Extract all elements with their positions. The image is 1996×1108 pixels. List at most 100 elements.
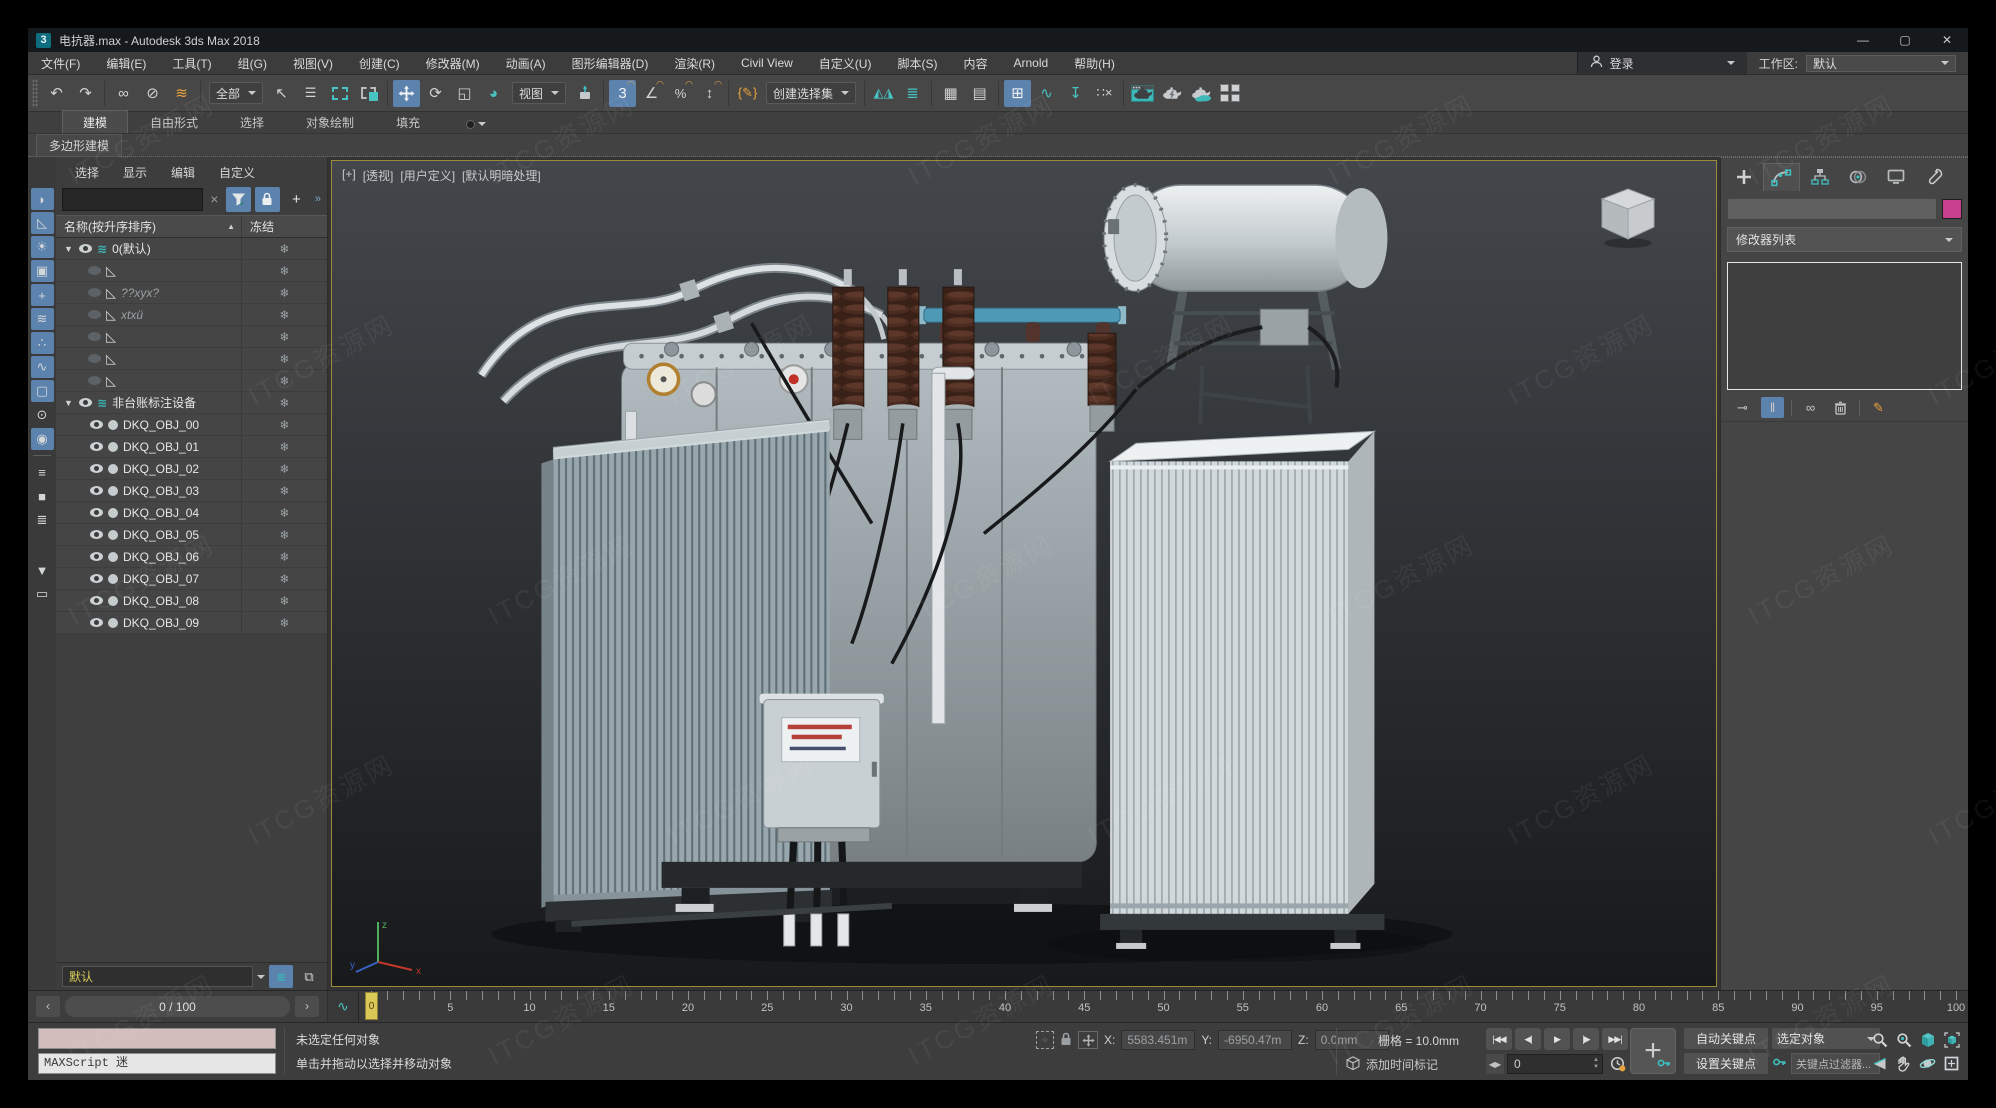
zoom-extents-button[interactable]: [1916, 1028, 1939, 1051]
auto-key-button[interactable]: 自动关键点: [1684, 1028, 1768, 1049]
menu-item-6[interactable]: 修改器(M): [413, 52, 493, 74]
selection-lock-icon[interactable]: [1060, 1032, 1072, 1049]
toolbar-drag-handle[interactable]: [32, 79, 38, 107]
tab-hierarchy[interactable]: [1801, 163, 1838, 191]
select-and-link-button[interactable]: ∞: [110, 80, 137, 107]
visibility-eye-icon[interactable]: [90, 596, 103, 605]
freeze-toggle[interactable]: ❄: [241, 326, 327, 347]
spinner-snap-button[interactable]: ↕◠: [696, 80, 723, 107]
ribbon-panel-polygon-modeling[interactable]: 多边形建模: [36, 134, 122, 157]
tab-create[interactable]: [1725, 163, 1762, 191]
select-and-rotate-button[interactable]: ⟳: [422, 80, 449, 107]
filter-particles-icon[interactable]: ∴: [31, 332, 54, 354]
previous-frame-nav-button[interactable]: ‹: [36, 996, 60, 1017]
menu-item-15[interactable]: 帮助(H): [1061, 52, 1128, 74]
menu-item-4[interactable]: 视图(V): [280, 52, 346, 74]
freeze-toggle[interactable]: ❄: [241, 502, 327, 523]
expand-arrow-icon[interactable]: ▼: [64, 244, 74, 254]
filter-spacewarps-icon[interactable]: ≋: [31, 308, 54, 330]
layer-explorer-toggle-button[interactable]: ▤: [966, 80, 993, 107]
explorer-menu-0[interactable]: 选择: [64, 163, 110, 183]
ribbon-tab-4[interactable]: 填充: [376, 111, 440, 133]
select-object-button[interactable]: ↖: [268, 80, 295, 107]
mirror-button[interactable]: ◭◮: [870, 80, 897, 107]
visibility-eye-icon[interactable]: [90, 420, 103, 429]
time-configuration-button[interactable]: [1606, 1054, 1630, 1074]
visibility-eye-icon[interactable]: [90, 530, 103, 539]
time-slider-track[interactable]: 5101520253035404550556065707580859095100…: [358, 991, 1968, 1022]
modifier-stack[interactable]: [1727, 262, 1962, 390]
filter-cameras-icon[interactable]: ▣: [31, 260, 54, 282]
chevron-down-icon[interactable]: [257, 975, 265, 983]
go-to-end-button[interactable]: ▶▶|: [1602, 1028, 1628, 1050]
set-key-button[interactable]: 设置关键点: [1684, 1053, 1768, 1074]
object-row-item[interactable]: ◺❄: [56, 326, 327, 348]
funnel-icon[interactable]: ▼: [31, 559, 54, 581]
zoom-extents-all-button[interactable]: [1940, 1028, 1963, 1051]
y-coordinate-field[interactable]: [1218, 1030, 1292, 1050]
freeze-toggle[interactable]: ❄: [241, 238, 327, 259]
filter-shapes-icon[interactable]: ◺: [31, 212, 54, 234]
remove-modifier-button[interactable]: [1829, 397, 1852, 418]
field-of-view-button[interactable]: [1868, 1052, 1891, 1075]
mini-curve-editor-button[interactable]: ∿: [328, 991, 358, 1022]
tab-modify[interactable]: [1763, 163, 1800, 191]
ribbon-tab-2[interactable]: 选择: [220, 111, 284, 133]
zoom-button[interactable]: [1868, 1028, 1891, 1051]
rendered-frame-window-button[interactable]: [1158, 80, 1185, 107]
time-slider-handle[interactable]: 0: [365, 992, 378, 1020]
viewport-menu-pov[interactable]: [透视]: [363, 167, 394, 184]
absolute-mode-button[interactable]: [1078, 1031, 1098, 1049]
explorer-menu-3[interactable]: 自定义: [208, 163, 266, 183]
visibility-eye-icon[interactable]: [90, 574, 103, 583]
freeze-toggle[interactable]: ❄: [241, 590, 327, 611]
filter-hidden-icon[interactable]: ◉: [31, 428, 54, 450]
visibility-eye-icon[interactable]: [88, 354, 101, 363]
explorer-menu-1[interactable]: 显示: [112, 163, 158, 183]
menu-item-2[interactable]: 工具(T): [159, 52, 224, 74]
snap-toggle-3d-button[interactable]: 3◠: [609, 80, 636, 107]
object-row-item[interactable]: DKQ_OBJ_09❄: [56, 612, 327, 634]
overflow-chevron-icon[interactable]: »: [315, 193, 321, 205]
freeze-toggle[interactable]: ❄: [241, 436, 327, 457]
angle-snap-button[interactable]: ∠◠: [638, 80, 665, 107]
undo-button[interactable]: ↶: [43, 80, 70, 107]
object-row-item[interactable]: DKQ_OBJ_05❄: [56, 524, 327, 546]
layer-view-button[interactable]: ≋: [269, 965, 293, 988]
menu-item-10[interactable]: Civil View: [728, 52, 806, 74]
previous-frame-button[interactable]: ◀|: [1515, 1028, 1541, 1050]
maximize-button[interactable]: ▢: [1884, 28, 1926, 52]
freeze-toggle[interactable]: ❄: [241, 546, 327, 567]
tab-utilities[interactable]: [1915, 163, 1952, 191]
curve-editor-button[interactable]: ∿: [1033, 80, 1060, 107]
object-row-item[interactable]: DKQ_OBJ_00❄: [56, 414, 327, 436]
menu-item-11[interactable]: 自定义(U): [806, 52, 885, 74]
particle-view-button[interactable]: ∷×: [1091, 80, 1118, 107]
menu-item-8[interactable]: 图形编辑器(D): [559, 52, 662, 74]
make-unique-button[interactable]: ∞: [1799, 397, 1822, 418]
ribbon-toggle-button[interactable]: ⊞: [1004, 80, 1031, 107]
menu-item-12[interactable]: 脚本(S): [884, 52, 950, 74]
tab-motion[interactable]: [1839, 163, 1876, 191]
column-header-name[interactable]: 名称(按升序排序) ▲: [56, 218, 241, 235]
freeze-toggle[interactable]: ❄: [241, 458, 327, 479]
selection-filter-dropdown[interactable]: 全部: [209, 82, 263, 104]
viewport-menu-user[interactable]: [用户定义]: [400, 167, 455, 184]
freeze-toggle[interactable]: ❄: [241, 414, 327, 435]
lock-explorer-button[interactable]: [255, 187, 280, 212]
object-row-item[interactable]: DKQ_OBJ_08❄: [56, 590, 327, 612]
rect-selection-region-button[interactable]: [326, 80, 353, 107]
active-layer-dropdown[interactable]: 默认: [62, 966, 253, 987]
freeze-toggle[interactable]: ❄: [241, 260, 327, 281]
use-pivot-center-button[interactable]: [571, 80, 598, 107]
visibility-eye-icon[interactable]: [88, 376, 101, 385]
explorer-menu-2[interactable]: 编辑: [160, 163, 206, 183]
zoom-all-button[interactable]: [1892, 1028, 1915, 1051]
close-button[interactable]: ✕: [1926, 28, 1968, 52]
clear-search-button[interactable]: ×: [207, 191, 222, 207]
freeze-toggle[interactable]: ❄: [241, 370, 327, 391]
configure-modifier-sets-button[interactable]: ✎: [1867, 397, 1890, 418]
ribbon-overflow-button[interactable]: [466, 118, 486, 130]
visibility-eye-icon[interactable]: [90, 618, 103, 627]
key-icon[interactable]: [1772, 1055, 1787, 1072]
